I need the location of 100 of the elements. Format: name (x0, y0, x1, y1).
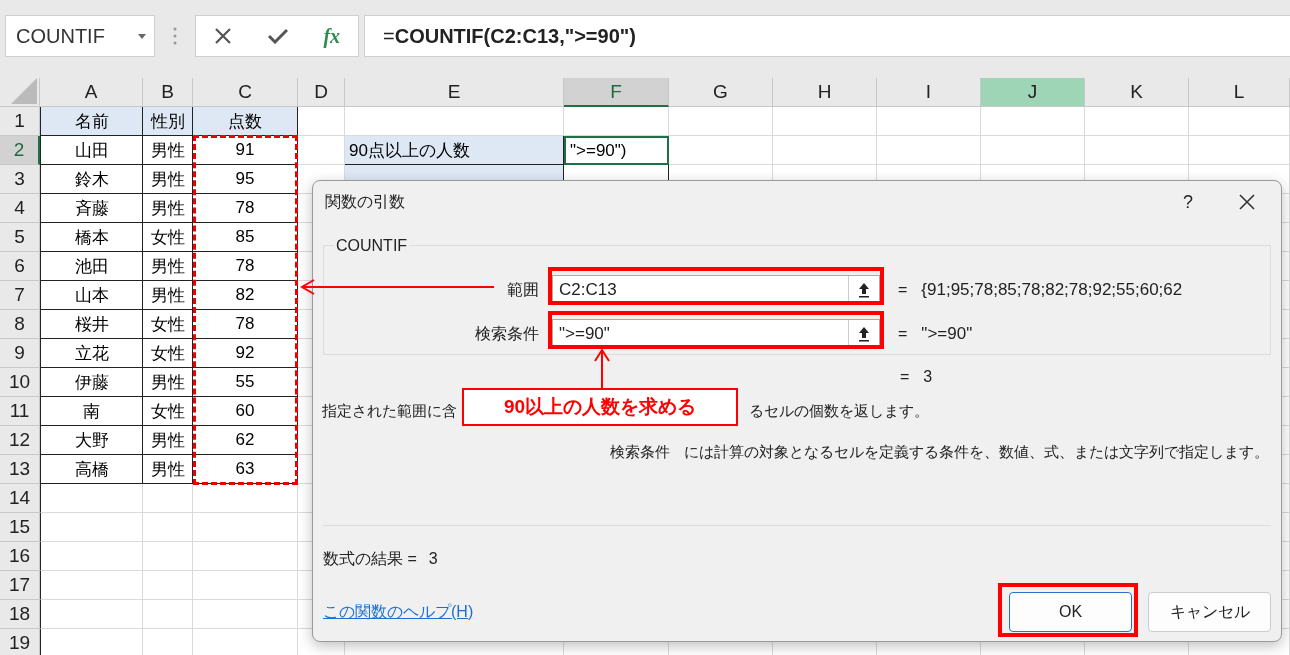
column-header[interactable]: I (877, 78, 981, 107)
row-header[interactable]: 19 (0, 629, 40, 655)
help-link[interactable]: この関数のヘルプ(H) (323, 601, 993, 623)
dialog-title: 関数の引数 (325, 191, 406, 212)
row-header[interactable]: 3 (0, 165, 40, 194)
function-description: るセルの個数を返します。 (749, 401, 929, 421)
row-header[interactable]: 2 (0, 136, 40, 165)
active-cell: ">=90") (564, 136, 669, 165)
row-header[interactable]: 7 (0, 281, 40, 310)
equals-sign: = (898, 325, 908, 343)
row-header[interactable]: 9 (0, 339, 40, 368)
drag-handle-icon[interactable] (173, 27, 177, 45)
row-header[interactable]: 14 (0, 484, 40, 513)
argument-label: 検索条件 (475, 323, 539, 344)
formula-field[interactable]: =COUNTIF(C2:C13,">=90") (364, 15, 1290, 57)
argument-result: ">=90" (921, 324, 973, 344)
label-cell: 90点以上の人数 (345, 136, 564, 165)
name-box[interactable]: COUNTIF (5, 15, 155, 57)
table-cell: 高橋 (40, 455, 143, 484)
table-cell: 山田 (40, 136, 143, 165)
argument-description: には計算の対象となるセルを定義する条件を、数値、式、または文字列で指定します。 (684, 442, 1269, 462)
table-cell: 鈴木 (40, 165, 143, 194)
formula-result-label: 数式の結果 = (323, 548, 417, 569)
cancel-icon[interactable] (213, 27, 232, 45)
equals-sign: = (898, 281, 908, 299)
argument-result: {91;95;78;85;78;82;78;92;55;60;62 (921, 280, 1183, 300)
function-result: 3 (923, 368, 933, 386)
table-cell: 斉藤 (40, 194, 143, 223)
column-header[interactable]: F (564, 78, 669, 107)
argument-value: ">=90" (559, 324, 610, 344)
column-header-cell: 名前 (40, 107, 143, 136)
table-cell: 伊藤 (40, 368, 143, 397)
table-cell: 63 (193, 455, 298, 484)
ok-button[interactable]: OK (1009, 592, 1132, 632)
column-header[interactable]: D (298, 78, 345, 107)
table-cell: 女性 (143, 223, 193, 252)
row-header[interactable]: 11 (0, 397, 40, 426)
table-cell: 男性 (143, 194, 193, 223)
row-header[interactable]: 5 (0, 223, 40, 252)
table-cell: 男性 (143, 252, 193, 281)
column-header[interactable]: A (40, 78, 143, 107)
table-cell: 男性 (143, 281, 193, 310)
row-header[interactable]: 12 (0, 426, 40, 455)
check-icon[interactable] (267, 28, 288, 44)
help-button[interactable]: ? (1183, 191, 1193, 213)
table-cell: 立花 (40, 339, 143, 368)
table-cell: 92 (193, 339, 298, 368)
table-cell: 桜井 (40, 310, 143, 339)
argument-value: C2:C13 (559, 280, 617, 300)
table-cell: 女性 (143, 397, 193, 426)
row-header[interactable]: 18 (0, 600, 40, 629)
table-cell: 大野 (40, 426, 143, 455)
table-cell: 女性 (143, 310, 193, 339)
table-cell: 91 (193, 136, 298, 165)
table-cell: 78 (193, 194, 298, 223)
column-header-cell: 性別 (143, 107, 193, 136)
row-header[interactable]: 10 (0, 368, 40, 397)
row-header[interactable]: 15 (0, 513, 40, 542)
column-header[interactable]: H (773, 78, 877, 107)
table-cell: 山本 (40, 281, 143, 310)
argument-name: 検索条件 (610, 442, 670, 462)
argument-label: 範囲 (507, 279, 539, 300)
equals-sign: = (900, 368, 910, 386)
table-cell: 60 (193, 397, 298, 426)
table-cell: 橋本 (40, 223, 143, 252)
table-cell: 池田 (40, 252, 143, 281)
table-cell: 85 (193, 223, 298, 252)
row-header[interactable]: 4 (0, 194, 40, 223)
row-header[interactable]: 13 (0, 455, 40, 484)
table-cell: 95 (193, 165, 298, 194)
formula-result-value: 3 (428, 550, 438, 568)
table-cell: 女性 (143, 339, 193, 368)
column-header[interactable]: C (193, 78, 298, 107)
table-cell: 男性 (143, 136, 193, 165)
column-header[interactable]: B (143, 78, 193, 107)
arrow (594, 348, 610, 389)
close-icon[interactable] (1239, 194, 1255, 210)
insert-function-button[interactable]: fx (323, 24, 341, 48)
row-header[interactable]: 8 (0, 310, 40, 339)
column-header[interactable]: L (1189, 78, 1290, 107)
row-header[interactable]: 16 (0, 542, 40, 571)
table-cell: 55 (193, 368, 298, 397)
column-header[interactable]: J (981, 78, 1085, 107)
table-cell: 78 (193, 310, 298, 339)
table-cell: 62 (193, 426, 298, 455)
row-header[interactable]: 1 (0, 107, 40, 136)
table-cell: 男性 (143, 455, 193, 484)
column-header[interactable]: K (1085, 78, 1189, 107)
table-cell: 男性 (143, 426, 193, 455)
column-header[interactable]: E (345, 78, 564, 107)
row-header[interactable]: 6 (0, 252, 40, 281)
column-header-cell: 点数 (193, 107, 298, 136)
row-header[interactable]: 17 (0, 571, 40, 600)
table-cell: 男性 (143, 165, 193, 194)
function-description: 指定された範囲に含 (322, 401, 457, 421)
caret-icon[interactable] (138, 33, 146, 39)
table-cell: 南 (40, 397, 143, 426)
cancel-button[interactable]: キャンセル (1148, 592, 1271, 632)
table-cell: 82 (193, 281, 298, 310)
column-header[interactable]: G (669, 78, 773, 107)
